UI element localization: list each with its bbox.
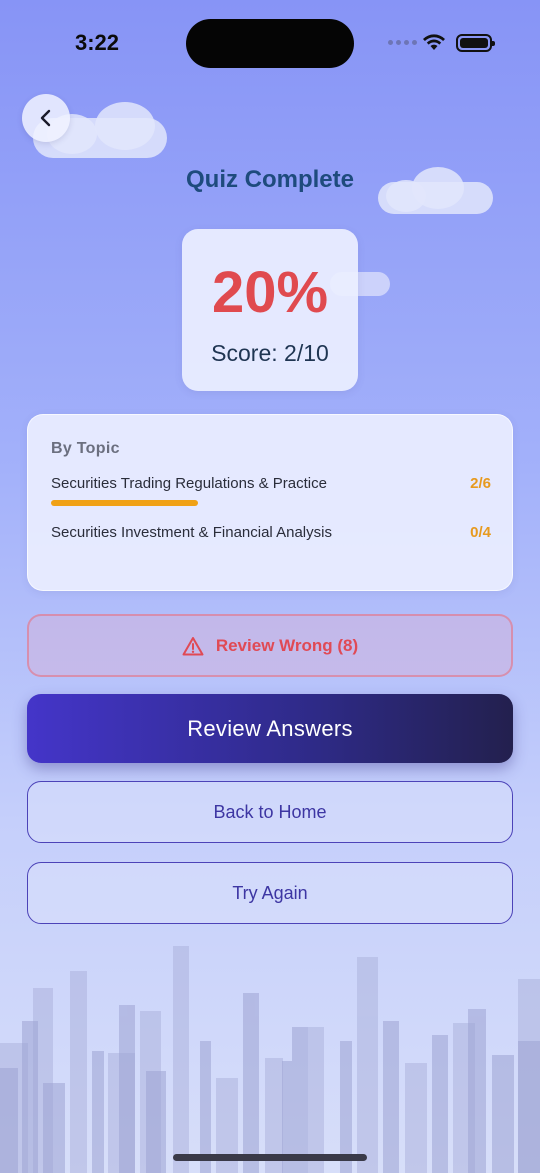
dynamic-island <box>186 19 354 68</box>
topic-heading: By Topic <box>51 440 120 457</box>
back-to-home-button[interactable]: Back to Home <box>27 781 513 843</box>
review-wrong-button[interactable]: Review Wrong (8) <box>27 614 513 677</box>
battery-icon <box>456 34 495 52</box>
try-again-button[interactable]: Try Again <box>27 862 513 924</box>
topic-row: Securities Investment & Financial Analys… <box>51 524 491 541</box>
status-bar: 3:22 <box>0 0 540 90</box>
wifi-icon <box>423 34 445 50</box>
review-wrong-label: Review Wrong (8) <box>215 635 359 655</box>
try-again-label: Try Again <box>232 882 308 903</box>
topic-name: Securities Trading Regulations & Practic… <box>51 475 327 492</box>
topic-score: 0/4 <box>470 524 491 541</box>
page-title: Quiz Complete <box>185 166 354 193</box>
score-label: Score: 2/10 <box>211 340 329 366</box>
topic-name: Securities Investment & Financial Analys… <box>51 524 332 541</box>
home-indicator[interactable] <box>173 1154 367 1161</box>
city-skyline-decoration <box>0 946 540 1173</box>
topic-score: 2/6 <box>470 475 491 492</box>
warning-triangle-icon <box>182 636 204 655</box>
status-time: 3:22 <box>75 30 120 55</box>
signal-icon <box>388 40 417 45</box>
score-card: 20% Score: 2/10 <box>182 229 358 391</box>
topic-row: Securities Trading Regulations & Practic… <box>51 475 491 506</box>
score-percent: 20% <box>211 260 329 325</box>
topic-breakdown-card: By Topic Securities Trading Regulations … <box>27 414 513 591</box>
review-answers-button[interactable]: Review Answers <box>27 694 513 763</box>
back-to-home-label: Back to Home <box>213 801 327 822</box>
back-button[interactable] <box>22 94 70 142</box>
review-answers-label: Review Answers <box>187 715 353 741</box>
chevron-left-icon <box>40 109 51 127</box>
topic-progress-bar <box>51 500 198 506</box>
